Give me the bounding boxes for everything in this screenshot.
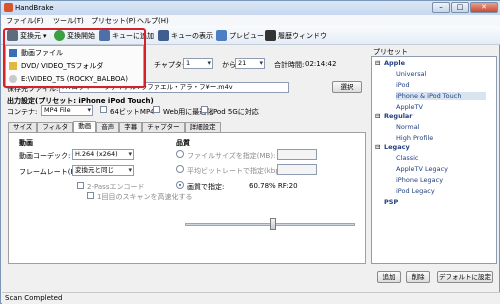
preset-appletv-legacy[interactable]: AppleTV Legacy (396, 165, 448, 173)
status-bar: Scan Completed (2, 292, 500, 304)
constant-quality-radio[interactable] (176, 181, 184, 189)
menu-tools[interactable]: ツール(T) (53, 16, 84, 26)
chapter-end-select[interactable]: 21 (235, 58, 265, 69)
preset-ipod-legacy[interactable]: iPod Legacy (396, 187, 435, 195)
ipod-5g-checkbox[interactable] (201, 106, 208, 113)
target-size-radio[interactable] (176, 150, 184, 158)
preset-group-regular[interactable]: Regular (384, 112, 413, 120)
preset-group-apple[interactable]: Apple (384, 59, 405, 67)
two-pass-label: 2-Passエンコード (87, 183, 145, 191)
maximize-button[interactable]: □ (451, 2, 469, 13)
menu-presets[interactable]: プリセット(P) (91, 16, 136, 26)
presets-tree: ⊟ Apple Universal iPod iPhone & iPod Tou… (371, 56, 497, 264)
rf-value: 60.78% RF:20 (249, 182, 298, 190)
preset-psp[interactable]: PSP (384, 198, 398, 206)
duration-value: 02:14:42 (305, 60, 337, 68)
close-button[interactable]: ✕ (470, 2, 498, 13)
collapse-icon[interactable]: ⊟ (375, 143, 380, 151)
browse-button[interactable]: 選択 (332, 81, 362, 93)
tab-chapters[interactable]: チャプター (142, 122, 185, 132)
minimize-button[interactable]: – (432, 2, 450, 13)
web-optimized-checkbox[interactable] (153, 106, 160, 113)
collapse-icon[interactable]: ⊟ (375, 112, 380, 120)
settings-tabs: サイズ フィルタ 動画 音声 字幕 チャプター 詳細設定 (8, 121, 221, 132)
avg-bitrate-input[interactable] (277, 164, 317, 175)
preview-label: プレビュー (229, 31, 264, 40)
show-queue-label: キューの表示 (171, 31, 213, 40)
quality-slider-thumb[interactable] (270, 218, 277, 230)
mp4-64bit-checkbox[interactable] (100, 106, 107, 113)
duration-label: 合計時間: (274, 61, 305, 69)
fps-select[interactable]: 変換元と同じ (72, 165, 134, 176)
preset-iphone-ipod-touch[interactable]: iPhone & iPod Touch (396, 92, 486, 100)
handbrake-logo-icon (4, 3, 13, 12)
container-label: コンテナ: (7, 108, 38, 116)
show-queue-button[interactable]: キューの表示 (158, 29, 213, 42)
preset-high-profile[interactable]: High Profile (396, 134, 433, 142)
preset-universal[interactable]: Universal (396, 70, 426, 78)
terminal-icon (265, 30, 276, 41)
tab-audio[interactable]: 音声 (96, 122, 120, 132)
collapse-icon[interactable]: ⊟ (375, 59, 380, 67)
chapter-start-select[interactable]: 1 (183, 58, 213, 69)
codec-label: 動画コーデック: (19, 152, 71, 160)
preset-classic[interactable]: Classic (396, 154, 418, 162)
tab-picture[interactable]: サイズ (8, 122, 38, 132)
queue-icon (158, 30, 169, 41)
preset-group-legacy[interactable]: Legacy (384, 143, 410, 151)
menu-bar: ファイル(F) ツール(T) プリセット(P) ヘルプ(H) (1, 15, 500, 26)
to-label: から (222, 61, 236, 69)
title-bar: HandBrake – □ ✕ (1, 1, 500, 15)
tab-advanced[interactable]: 詳細設定 (184, 122, 221, 132)
activity-label: 履歴ウィンドウ (278, 31, 327, 40)
avg-bitrate-radio[interactable] (176, 165, 184, 173)
menu-file[interactable]: ファイル(F) (6, 16, 44, 26)
app-window: HandBrake – □ ✕ ファイル(F) ツール(T) プリセット(P) … (0, 0, 500, 304)
target-size-input[interactable] (277, 149, 317, 160)
two-pass-checkbox[interactable] (77, 182, 84, 189)
tab-subtitles[interactable]: 字幕 (119, 122, 143, 132)
container-select[interactable]: MP4 File (41, 105, 93, 116)
video-section-heading: 動画 (19, 139, 33, 147)
ipod-5g-label: iPod 5Gに対応 (211, 108, 259, 116)
window-title: HandBrake (15, 4, 54, 12)
turbo-first-pass-checkbox[interactable] (87, 192, 94, 199)
preset-normal[interactable]: Normal (396, 123, 420, 131)
avg-bitrate-label: 平均ビットレートで指定(kbps): (187, 167, 289, 175)
menu-help[interactable]: ヘルプ(H) (137, 16, 169, 26)
preset-iphone-legacy[interactable]: iPhone Legacy (396, 176, 443, 184)
target-size-label: ファイルサイズを指定(MB): (187, 152, 276, 160)
remove-preset-button[interactable]: 削除 (406, 271, 430, 283)
codec-select[interactable]: H.264 (x264) (72, 149, 134, 160)
monitor-icon (216, 30, 227, 41)
activity-window-button[interactable]: 履歴ウィンドウ (265, 29, 327, 42)
set-default-preset-button[interactable]: デフォルトに設定 (437, 271, 493, 283)
tab-video[interactable]: 動画 (73, 121, 97, 132)
add-preset-button[interactable]: 追加 (377, 271, 401, 283)
preset-ipod[interactable]: iPod (396, 81, 410, 89)
source-highlight-box (3, 28, 146, 88)
constant-quality-label: 画質で指定: (187, 183, 225, 191)
preset-appletv[interactable]: AppleTV (396, 103, 423, 111)
tab-filters[interactable]: フィルタ (37, 122, 74, 132)
turbo-first-pass-label: 1回目のスキャンを高速化する (97, 193, 193, 201)
mp4-64bit-label: 64ビットMP4 (110, 108, 155, 116)
quality-section-heading: 品質 (176, 139, 190, 147)
preview-button[interactable]: プレビュー (216, 29, 264, 42)
